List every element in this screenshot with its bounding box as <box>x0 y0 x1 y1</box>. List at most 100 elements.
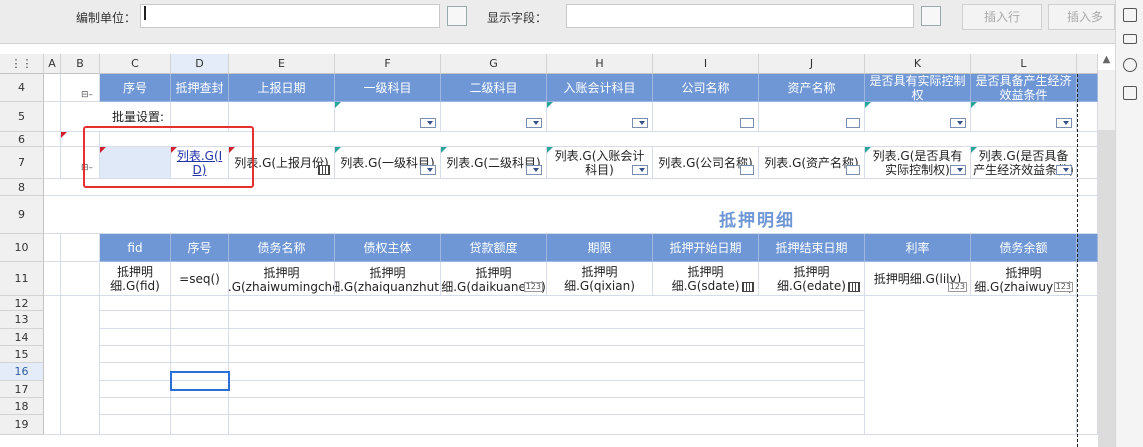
col-header-f[interactable]: F <box>335 54 441 74</box>
cell-c10[interactable]: fid <box>100 234 171 262</box>
active-cell-selection[interactable] <box>170 371 230 391</box>
cell-h4[interactable]: 入账会计科目 <box>547 74 653 102</box>
cell-m11[interactable] <box>1077 262 1098 296</box>
cell-d19[interactable] <box>171 415 229 435</box>
cell-h10[interactable]: 期限 <box>547 234 653 262</box>
text-box-icon[interactable] <box>846 118 860 128</box>
cell-l11[interactable]: 抵押明细.G(zhaiwuyue) 123 <box>971 262 1077 296</box>
cell-i10[interactable]: 抵押开始日期 <box>653 234 759 262</box>
calendar-icon[interactable] <box>318 165 330 175</box>
col-header-l[interactable]: L <box>971 54 1077 74</box>
layers-icon[interactable] <box>1123 34 1137 44</box>
col-header-b[interactable]: B <box>61 54 100 74</box>
dropdown-icon[interactable] <box>950 118 966 128</box>
dropdown-icon[interactable] <box>526 118 542 128</box>
page-icon[interactable] <box>1123 8 1137 22</box>
vertical-scrollbar-thumb[interactable] <box>1098 130 1115 447</box>
cell-m10[interactable] <box>1077 234 1098 262</box>
cell-e18[interactable] <box>229 398 865 415</box>
row-header-4[interactable]: 4 <box>0 74 44 102</box>
row-header-13[interactable]: 13 <box>0 311 44 329</box>
col-header-g[interactable]: G <box>441 54 547 74</box>
cell-f4[interactable]: 一级科目 <box>335 74 441 102</box>
empty-region-kl[interactable] <box>865 296 1077 435</box>
cell-c13[interactable] <box>100 311 171 329</box>
cell-i4[interactable]: 公司名称 <box>653 74 759 102</box>
cell-f11[interactable]: 抵押明细.G(zhaiquanzhuti) <box>335 262 441 296</box>
cell-k4[interactable]: 是否具有实际控制权 <box>865 74 971 102</box>
cell-d4[interactable]: 抵押查封 <box>171 74 229 102</box>
cell-e14[interactable] <box>229 329 865 346</box>
cell-i5[interactable] <box>653 102 759 132</box>
dropdown-icon[interactable] <box>632 118 648 128</box>
cell-k10[interactable]: 利率 <box>865 234 971 262</box>
col-header-k[interactable]: K <box>865 54 971 74</box>
cell-e19[interactable] <box>229 415 865 435</box>
cell-d18[interactable] <box>171 398 229 415</box>
section-title[interactable]: 抵押明细 <box>719 206 795 231</box>
col-header-d[interactable]: D <box>171 54 229 74</box>
dropdown-icon[interactable] <box>526 165 542 175</box>
dropdown-icon[interactable] <box>420 118 436 128</box>
cell-e16[interactable] <box>229 363 865 381</box>
row-header-12[interactable]: 12 <box>0 296 44 311</box>
unit-picker-icon[interactable] <box>447 6 467 26</box>
cell-e15[interactable] <box>229 346 865 363</box>
cell-c14[interactable] <box>100 329 171 346</box>
cell-b10[interactable] <box>61 234 100 262</box>
col-header-j[interactable]: J <box>759 54 865 74</box>
col-header-i[interactable]: I <box>653 54 759 74</box>
cell-j5[interactable] <box>759 102 865 132</box>
cell-e11[interactable]: 抵押明细.G(zhaiwumingchen <box>229 262 335 296</box>
dropdown-icon[interactable] <box>950 165 966 175</box>
cell-j10[interactable]: 抵押结束日期 <box>759 234 865 262</box>
cell-e4[interactable]: 上报日期 <box>229 74 335 102</box>
cell-j7[interactable]: 列表.G(资产名称) <box>759 147 865 179</box>
calendar-icon[interactable] <box>848 282 860 292</box>
dropdown-icon[interactable] <box>1056 118 1072 128</box>
field-picker-icon[interactable] <box>921 6 941 26</box>
dropdown-icon[interactable] <box>632 165 648 175</box>
col-a-empty[interactable] <box>44 296 61 435</box>
cell-l7[interactable]: 列表.G(是否具备产生经济效益条件) <box>971 147 1077 179</box>
cell-g7[interactable]: 列表.G(二级科目) <box>441 147 547 179</box>
cell-g11[interactable]: 抵押明细.G(daikuanedu) 123 <box>441 262 547 296</box>
cell-k11[interactable]: 抵押明细.G(lilv) 123 <box>865 262 971 296</box>
calendar-icon[interactable] <box>742 282 754 292</box>
field-input[interactable] <box>566 4 914 28</box>
insert-multi-row-button[interactable]: 插入多行 <box>1048 4 1115 30</box>
col-header-h[interactable]: H <box>547 54 653 74</box>
cell-f5[interactable] <box>335 102 441 132</box>
cell-i7[interactable]: 列表.G(公司名称) <box>653 147 759 179</box>
cell-e17[interactable] <box>229 381 865 398</box>
col-header-e[interactable]: E <box>229 54 335 74</box>
insert-row-button[interactable]: 插入行 <box>962 4 1042 30</box>
cell-a7[interactable] <box>44 147 61 179</box>
cell-e12[interactable] <box>229 296 865 311</box>
cell-h11[interactable]: 抵押明细.G(qixian) <box>547 262 653 296</box>
cell-c12[interactable] <box>100 296 171 311</box>
cell-e13[interactable] <box>229 311 865 329</box>
cell-c18[interactable] <box>100 398 171 415</box>
text-box-icon[interactable] <box>846 165 860 175</box>
row-header-15[interactable]: 15 <box>0 346 44 363</box>
row-header-10[interactable]: 10 <box>0 234 44 262</box>
cell-c15[interactable] <box>100 346 171 363</box>
cell-d14[interactable] <box>171 329 229 346</box>
empty-region-m[interactable] <box>1077 296 1098 435</box>
row-header-19[interactable]: 19 <box>0 415 44 435</box>
dropdown-icon[interactable] <box>1056 165 1072 175</box>
unit-input[interactable] <box>140 4 440 28</box>
row-header-7[interactable]: 7 <box>0 147 44 179</box>
row-header-14[interactable]: 14 <box>0 329 44 346</box>
cell-m5[interactable] <box>1077 102 1098 132</box>
cell-m4[interactable] <box>1077 74 1098 102</box>
text-box-icon[interactable] <box>740 118 754 128</box>
cell-k7[interactable]: 列表.G(是否具有实际控制权) <box>865 147 971 179</box>
cell-l4[interactable]: 是否具备产生经济效益条件 <box>971 74 1077 102</box>
cell-j4[interactable]: 资产名称 <box>759 74 865 102</box>
cell-c17[interactable] <box>100 381 171 398</box>
dropdown-icon[interactable] <box>420 165 436 175</box>
cell-e10[interactable]: 债务名称 <box>229 234 335 262</box>
cell-c16[interactable] <box>100 363 171 381</box>
